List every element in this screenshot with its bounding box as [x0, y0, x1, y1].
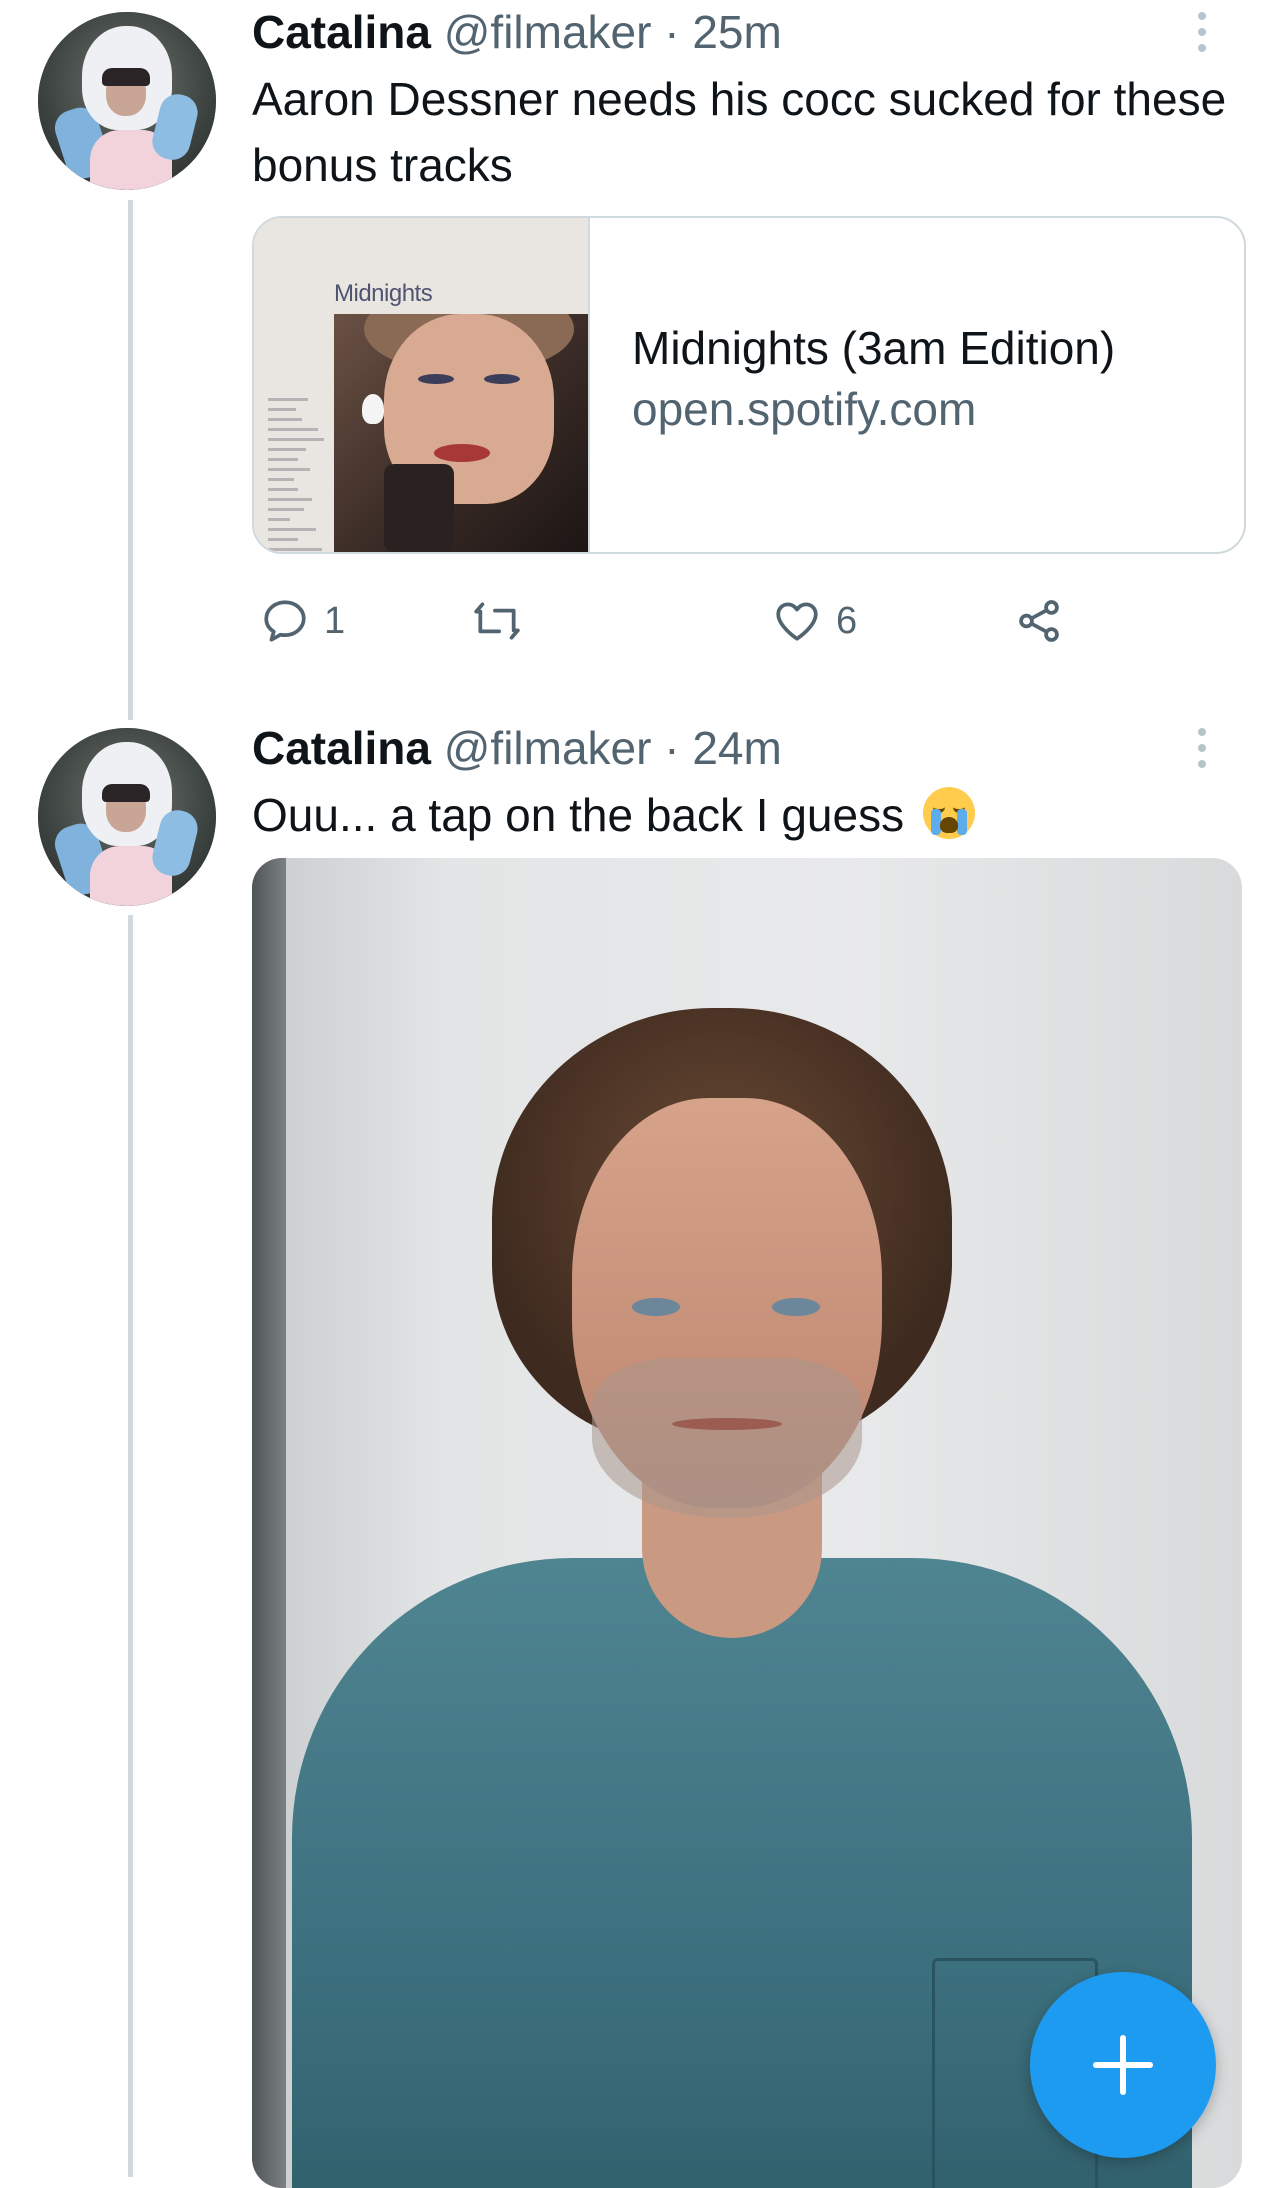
compose-button[interactable] [1030, 1972, 1216, 2158]
avatar[interactable] [38, 728, 216, 906]
album-eye [418, 374, 454, 384]
photo-mouth [672, 1418, 782, 1430]
more-vertical-icon[interactable] [1190, 8, 1214, 58]
avatar-hair [102, 784, 150, 802]
share-button[interactable] [1014, 588, 1064, 654]
heart-icon [776, 602, 818, 641]
album-lips [434, 444, 490, 462]
like-button[interactable]: 6 [772, 588, 857, 654]
like-count: 6 [836, 599, 858, 642]
link-card-title: Midnights (3am Edition) [632, 322, 1116, 374]
tweet-text: Ouu... a tap on the back I guess [252, 782, 1232, 848]
more-vertical-icon[interactable] [1190, 724, 1214, 774]
handle-and-time[interactable]: @filmaker · 25m [444, 6, 782, 58]
handle-and-time[interactable]: @filmaker · 24m [444, 722, 782, 774]
album-cover-image: Midnights [254, 218, 590, 552]
album-cover-photo [334, 314, 588, 552]
display-name[interactable]: Catalina [252, 722, 431, 774]
album-tracklist [268, 398, 330, 552]
reply-button[interactable]: 1 [260, 588, 345, 654]
tweet-text: Aaron Dessner needs his cocc sucked for … [252, 73, 1227, 191]
photo-wall-edge [252, 858, 286, 2188]
photo-eye [772, 1298, 820, 1316]
album-lighter [384, 464, 454, 552]
display-name[interactable]: Catalina [252, 6, 431, 58]
album-cover-title: Midnights [334, 280, 433, 307]
share-icon [1019, 600, 1059, 642]
tweet-header: Catalina @filmaker · 25m [252, 4, 782, 60]
link-card[interactable]: Midnights Midnights (3am Edition) open.s… [252, 216, 1246, 554]
tweet-actions: 1 6 [252, 588, 1242, 654]
tweet-text-content: Ouu... a tap on the back I guess [252, 789, 905, 841]
tweet-header: Catalina @filmaker · 24m [252, 720, 782, 776]
plus-icon [1120, 2035, 1126, 2095]
album-flame [362, 394, 384, 424]
thread-line-1 [128, 200, 133, 720]
thread-line-2 [128, 915, 133, 2177]
photo-beard [592, 1358, 862, 1518]
album-eye [484, 374, 520, 384]
link-card-domain: open.spotify.com [632, 383, 977, 435]
avatar-hair [102, 68, 150, 86]
photo-eye [632, 1298, 680, 1316]
retweet-button[interactable] [472, 588, 536, 654]
loudly-crying-face-icon [922, 787, 975, 839]
reply-count: 1 [324, 599, 346, 642]
retweet-icon [474, 602, 520, 640]
avatar[interactable] [38, 12, 216, 190]
reply-icon [264, 600, 306, 642]
